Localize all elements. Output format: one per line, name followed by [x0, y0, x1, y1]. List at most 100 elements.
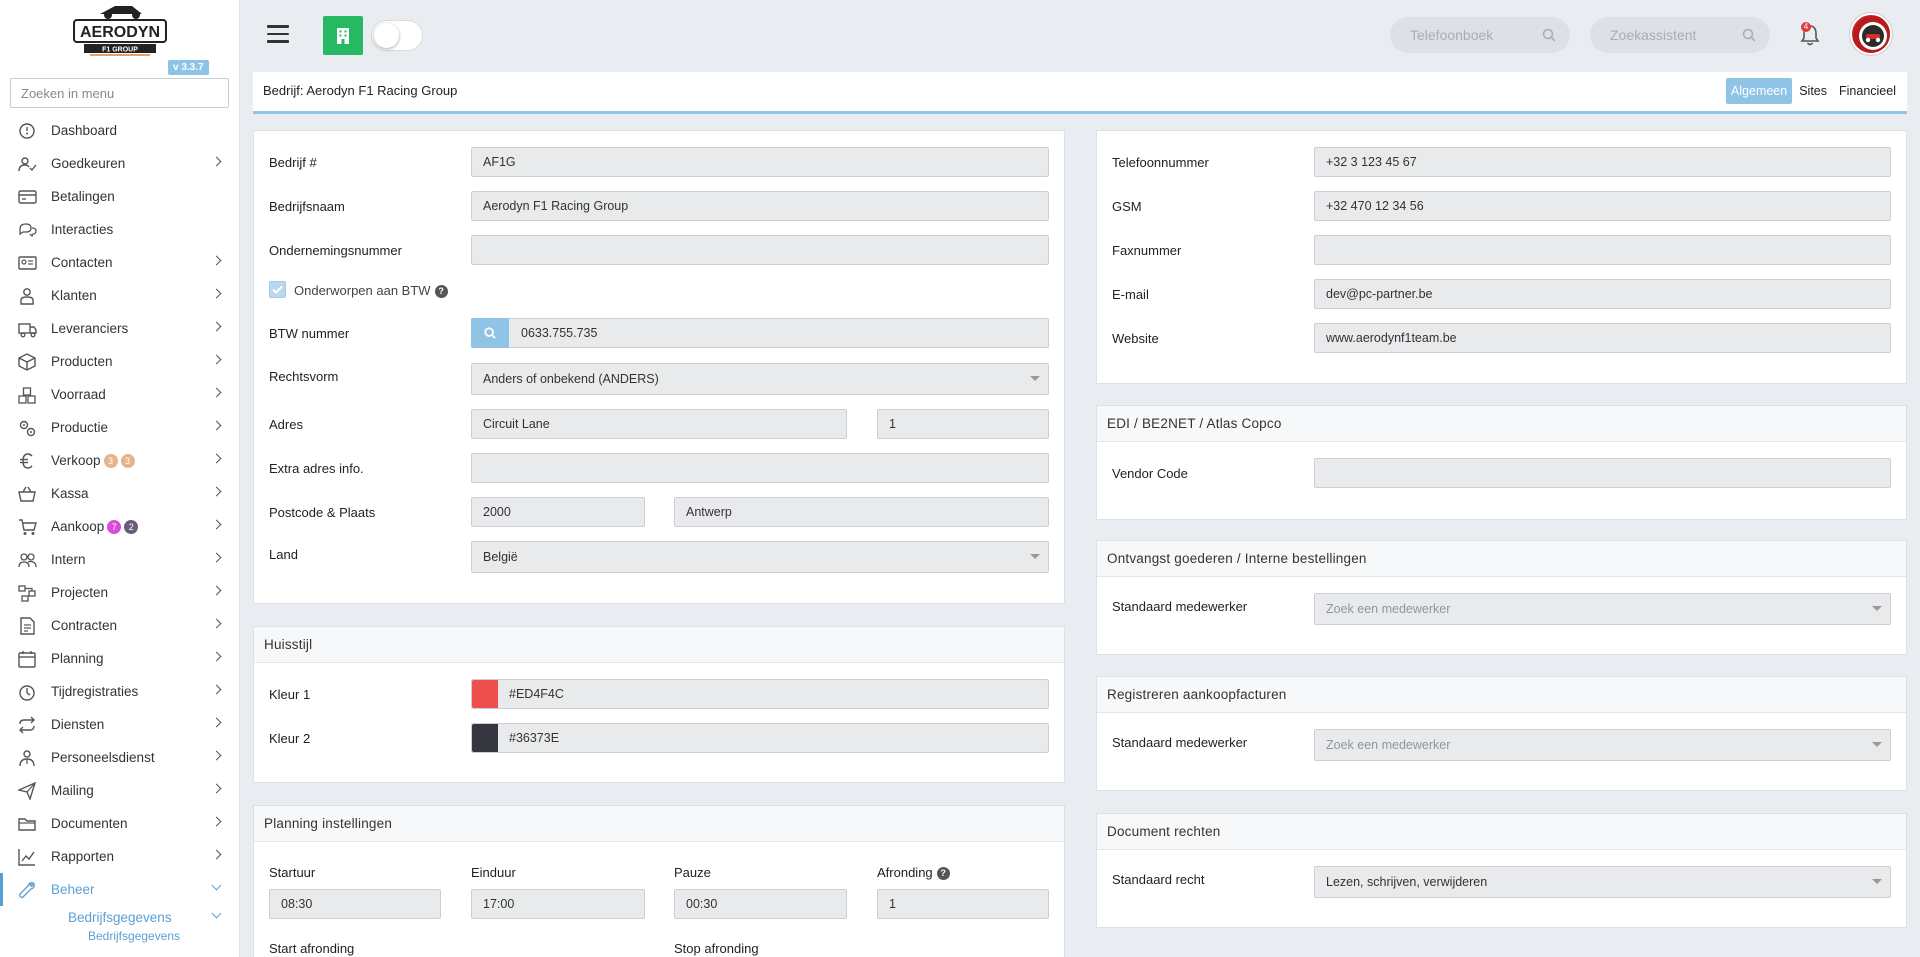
- sidebar-subsubitem-bedrijfsgegevens[interactable]: Bedrijfsgegevens: [0, 928, 239, 944]
- start-field[interactable]: 08:30: [269, 889, 441, 919]
- count-badge: 7: [107, 519, 122, 534]
- vat-value: 0633.755.735: [521, 326, 598, 340]
- menu-toggle-icon[interactable]: [267, 25, 289, 43]
- sidebar-item-label: Rapporten: [51, 849, 115, 864]
- phonebook-placeholder: Telefoonboek: [1410, 27, 1494, 43]
- sidebar-item-intern[interactable]: Intern: [0, 543, 239, 576]
- sidebar-item-projecten[interactable]: Projecten: [0, 576, 239, 609]
- fax-field[interactable]: [1314, 235, 1891, 265]
- sidebar-item-personeelsdienst[interactable]: Personeelsdienst: [0, 741, 239, 774]
- menu-search-input[interactable]: [10, 78, 229, 108]
- sidebar-item-goedkeuren[interactable]: Goedkeuren: [0, 147, 239, 180]
- house-no-field[interactable]: 1: [877, 409, 1049, 439]
- sidebar-item-label: Producten: [51, 354, 113, 369]
- sidebar-item-label: Personeelsdienst: [51, 750, 155, 765]
- company-no-field[interactable]: AF1G: [471, 147, 1049, 177]
- sidebar-item-mailing[interactable]: Mailing: [0, 774, 239, 807]
- purchase-employee-label: Standaard medewerker: [1112, 735, 1248, 750]
- stop-rounding-label: Stop afronding: [674, 941, 759, 956]
- chevron-right-icon: [211, 453, 222, 464]
- sidebar-item-voorraad[interactable]: Voorraad: [0, 378, 239, 411]
- assistant-search[interactable]: Zoekassistent: [1590, 17, 1770, 53]
- legal-form-value: Anders of onbekend (ANDERS): [483, 372, 659, 386]
- vat-field[interactable]: 0633.755.735: [471, 318, 1049, 348]
- company-name-field[interactable]: Aerodyn F1 Racing Group: [471, 191, 1049, 221]
- color2-swatch[interactable]: [472, 724, 498, 752]
- pause-field[interactable]: 00:30: [674, 889, 847, 919]
- sidebar-subitem-bedrijfsgegevens[interactable]: Bedrijfsgegevens: [0, 906, 239, 928]
- sidebar-item-tijdregistraties[interactable]: Tijdregistraties: [0, 675, 239, 708]
- website-field[interactable]: www.aerodynf1team.be: [1314, 323, 1891, 353]
- repeat-icon: [16, 716, 38, 734]
- email-field[interactable]: dev@pc-partner.be: [1314, 279, 1891, 309]
- sidebar-item-contracten[interactable]: Contracten: [0, 609, 239, 642]
- sidebar-item-betalingen[interactable]: Betalingen: [0, 180, 239, 213]
- color1-swatch[interactable]: [472, 680, 498, 708]
- chevron-right-icon: [211, 321, 222, 332]
- box-icon: [16, 352, 38, 371]
- sidebar-item-documenten[interactable]: Documenten: [0, 807, 239, 840]
- sidebar-item-kassa[interactable]: Kassa: [0, 477, 239, 510]
- gsm-label: GSM: [1112, 199, 1142, 214]
- count-badge: 2: [124, 519, 139, 534]
- sidebar-item-interacties[interactable]: Interacties: [0, 213, 239, 246]
- count-badge: 3: [120, 453, 135, 468]
- tab-algemeen[interactable]: Algemeen: [1725, 78, 1793, 104]
- chevron-right-icon: [211, 585, 222, 596]
- legal-form-select[interactable]: Anders of onbekend (ANDERS): [471, 363, 1049, 395]
- page-header: Bedrijf: Aerodyn F1 Racing Group Algemee…: [253, 72, 1907, 114]
- address-row: Adres Circuit Lane 1: [254, 409, 1064, 439]
- sidebar-item-contacten[interactable]: Contacten: [0, 246, 239, 279]
- company-logo[interactable]: AERODYN F1 GROUP: [70, 2, 170, 57]
- color2-field[interactable]: #36373E: [471, 723, 1049, 753]
- chevron-right-icon: [211, 387, 222, 398]
- wrench-icon: [16, 881, 38, 899]
- help-icon[interactable]: ?: [434, 285, 448, 298]
- euro-icon: [16, 452, 38, 470]
- sidebar-item-planning[interactable]: Planning: [0, 642, 239, 675]
- phone-field[interactable]: +32 3 123 45 67: [1314, 147, 1891, 177]
- sidebar-item-producten[interactable]: Producten: [0, 345, 239, 378]
- end-field[interactable]: 17:00: [471, 889, 645, 919]
- extra-address-field[interactable]: [471, 453, 1049, 483]
- street-field[interactable]: Circuit Lane: [471, 409, 847, 439]
- end-label: Einduur: [471, 865, 516, 880]
- vat-subject-checkbox[interactable]: [269, 281, 286, 298]
- sidebar-item-klanten[interactable]: Klanten: [0, 279, 239, 312]
- sidebar-item-diensten[interactable]: Diensten: [0, 708, 239, 741]
- purchase-card: Registreren aankoopfacturen Standaard me…: [1096, 676, 1907, 791]
- extra-address-row: Extra adres info.: [254, 453, 1064, 483]
- postal-field[interactable]: 2000: [471, 497, 645, 527]
- sidebar-item-aankoop[interactable]: Aankoop 7 2: [0, 510, 239, 543]
- country-select[interactable]: België: [471, 541, 1049, 573]
- city-field[interactable]: Antwerp: [674, 497, 1049, 527]
- help-icon[interactable]: ?: [936, 867, 950, 880]
- gsm-field[interactable]: +32 470 12 34 56: [1314, 191, 1891, 221]
- planning-card-title: Planning instellingen: [254, 806, 1064, 842]
- vat-lookup-button[interactable]: [471, 318, 509, 348]
- enterprise-no-field[interactable]: [471, 235, 1049, 265]
- sidebar-item-dashboard[interactable]: Dashboard: [0, 114, 239, 147]
- fax-row: Faxnummer: [1097, 235, 1906, 265]
- company-switch-button[interactable]: [323, 16, 363, 55]
- purchase-employee-select[interactable]: Zoek een medewerker: [1314, 729, 1891, 761]
- vendor-field[interactable]: [1314, 458, 1891, 488]
- sidebar-item-productie[interactable]: Productie: [0, 411, 239, 444]
- contact-card-icon: [16, 254, 38, 272]
- mode-toggle[interactable]: [371, 20, 423, 51]
- rounding-field[interactable]: 1: [877, 889, 1049, 919]
- legal-form-row: Rechtsvorm Anders of onbekend (ANDERS): [254, 363, 1064, 395]
- sidebar-item-rapporten[interactable]: Rapporten: [0, 840, 239, 873]
- sidebar-item-beheer[interactable]: Beheer: [0, 873, 239, 906]
- company-name-row: Bedrijfsnaam Aerodyn F1 Racing Group: [254, 191, 1064, 221]
- receipt-employee-select[interactable]: Zoek een medewerker: [1314, 593, 1891, 625]
- sidebar-item-label: Mailing: [51, 783, 94, 798]
- doc-right-select[interactable]: Lezen, schrijven, verwijderen: [1314, 866, 1891, 898]
- tab-sites[interactable]: Sites: [1794, 78, 1832, 104]
- sidebar-item-verkoop[interactable]: Verkoop 3 3: [0, 444, 239, 477]
- tab-financieel[interactable]: Financieel: [1834, 78, 1901, 104]
- avatar[interactable]: [1850, 13, 1892, 55]
- color1-field[interactable]: #ED4F4C: [471, 679, 1049, 709]
- sidebar-item-leveranciers[interactable]: Leveranciers: [0, 312, 239, 345]
- phonebook-search[interactable]: Telefoonboek: [1390, 17, 1570, 53]
